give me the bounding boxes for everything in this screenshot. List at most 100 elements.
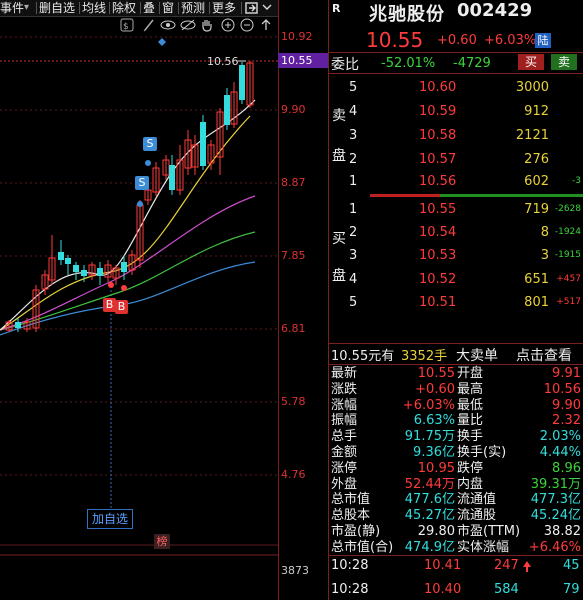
ask-price: 10.60 — [419, 80, 457, 95]
bigorder-title: 大卖单 — [456, 348, 498, 364]
bid-level: 3 — [349, 248, 358, 263]
stat-value: 9.90 — [552, 397, 581, 413]
buy-button[interactable]: 买 — [518, 54, 544, 70]
sell-button[interactable]: 卖 — [551, 54, 577, 70]
axis-divider — [278, 0, 279, 600]
kline-chart[interactable]: 10.56 — [0, 16, 278, 600]
bid-ask-ratio-bar-green — [440, 194, 583, 197]
stock-code: 002429 — [457, 0, 533, 21]
price-axis-label: 9.90 — [281, 103, 306, 116]
price-axis-label: 8.87 — [281, 176, 306, 189]
toolbar-item-events[interactable]: 事件 — [0, 0, 24, 16]
bigorder-price: 10.55元有 — [331, 349, 395, 364]
stat-value: 10.56 — [543, 381, 581, 397]
rank-badge[interactable]: 榜 — [154, 534, 170, 549]
ma-yellow-line — [0, 115, 251, 331]
toolbar-item-window[interactable]: 窗 — [162, 0, 174, 16]
tick-price: 10.40 — [424, 582, 462, 597]
bid-ask-ratio-bar-red — [370, 194, 440, 197]
toolbar-item-exright[interactable]: 除权 — [112, 0, 136, 16]
bid-price: 10.52 — [419, 272, 457, 287]
order-ratio-pct: -52.01% — [381, 56, 436, 71]
bid-change: +517 — [556, 297, 581, 307]
price-axis-label: 7.85 — [281, 249, 306, 262]
ask-price: 10.59 — [419, 104, 457, 119]
stat-value: +0.60 — [415, 381, 455, 397]
last-price: 10.55 — [366, 28, 424, 52]
toolbar-item-ma[interactable]: 均线 — [82, 0, 106, 16]
add-watchlist-button[interactable]: 加自选 — [87, 509, 133, 529]
marker-diamond — [158, 38, 166, 46]
bid-price: 10.51 — [419, 295, 457, 310]
ask-volume: 602 — [524, 174, 549, 189]
price-axis-label: 4.76 — [281, 468, 306, 481]
bid-level: 5 — [349, 295, 358, 310]
toolbar-item-forecast[interactable]: 预测 — [181, 0, 205, 16]
stock-name: 兆驰股份 — [369, 4, 445, 25]
dropdown-arrow-icon[interactable]: ▾ — [24, 0, 29, 16]
bid-level: 4 — [349, 272, 358, 287]
buy-signal-badge[interactable]: B — [115, 300, 128, 314]
order-ratio-label: 委比 — [331, 57, 359, 73]
stat-value: 38.82 — [543, 524, 581, 539]
tick-extra: 45 — [563, 558, 580, 573]
toolbar-item-overlay[interactable]: 叠 — [143, 0, 155, 16]
ask-change: -3 — [572, 176, 581, 186]
arrow-up-icon — [523, 561, 531, 572]
bids-label-2: 盘 — [332, 268, 346, 284]
ask-volume: 2121 — [515, 128, 549, 143]
price-change-pct: +6.03% — [484, 33, 537, 48]
tick-volume: 584 — [494, 582, 519, 597]
quote-panel: R 兆驰股份 002429 10.55 +0.60 +6.03% 陆 委比 -5… — [329, 0, 583, 600]
market-badge: R — [332, 2, 341, 15]
asks-label-1: 卖 — [332, 108, 346, 124]
stat-value: 10.95 — [417, 460, 455, 476]
bid-change: +457 — [556, 274, 581, 284]
high-price-label: 10.56 — [207, 55, 239, 68]
ask-volume: 912 — [524, 104, 549, 119]
tick-price: 10.41 — [424, 558, 462, 573]
bid-change: -1915 — [554, 250, 581, 260]
stat-value: +6.03% — [402, 397, 455, 413]
price-axis-label: 6.81 — [281, 322, 306, 335]
stat-value: 45.27亿 — [404, 508, 455, 524]
current-price-tag: 10.55 — [278, 53, 328, 68]
stat-value: 8.96 — [552, 460, 581, 476]
stat-value: 4.44% — [539, 445, 581, 460]
ask-level: 2 — [349, 152, 358, 167]
ask-level: 3 — [349, 128, 358, 143]
stat-value: 39.31万 — [530, 476, 581, 492]
stat-value: 9.36亿 — [413, 445, 455, 460]
stat-value: 474.9亿 — [404, 539, 455, 555]
bid-volume: 3 — [540, 248, 549, 263]
tick-volume: 247 — [494, 558, 519, 573]
bigorder-view-link[interactable]: 点击查看 — [516, 345, 572, 365]
sell-signal-badge[interactable]: S — [135, 176, 149, 190]
ask-level: 4 — [349, 104, 358, 119]
bid-volume: 8 — [540, 225, 549, 240]
sell-signal-badge[interactable]: S — [143, 137, 157, 151]
stat-value: 2.03% — [539, 429, 581, 445]
bid-change: -2628 — [554, 204, 581, 214]
stat-value: 91.75万 — [404, 429, 455, 445]
price-axis-label: 10.92 — [281, 30, 313, 43]
stat-value: 2.32 — [552, 413, 581, 429]
ask-price: 10.58 — [419, 128, 457, 143]
connect-tag: 陆 — [535, 33, 551, 48]
toolbar-item-more[interactable]: 更多 — [212, 0, 236, 16]
stat-value: 29.80 — [417, 524, 455, 539]
ask-price: 10.56 — [419, 174, 457, 189]
stat-value: 477.6亿 — [404, 492, 455, 508]
bid-change: -1924 — [554, 227, 581, 237]
tick-extra: 79 — [563, 582, 580, 597]
ask-volume: 276 — [524, 152, 549, 167]
stat-value: +6.46% — [528, 539, 581, 555]
bids-label-1: 买 — [332, 231, 346, 247]
bid-level: 1 — [349, 202, 358, 217]
bid-price: 10.54 — [419, 225, 457, 240]
stat-value: 477.3亿 — [530, 492, 581, 508]
toolbar-item-remove-watch[interactable]: 删自选 — [39, 0, 75, 16]
ask-level: 1 — [349, 174, 358, 189]
stat-value: 45.24亿 — [530, 508, 581, 524]
tick-time: 10:28 — [331, 558, 369, 573]
